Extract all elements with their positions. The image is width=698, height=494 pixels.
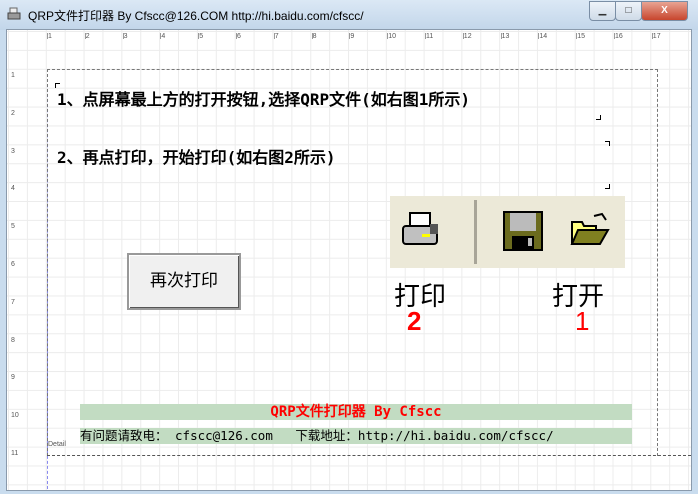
ruler-left-tick: 1 [11, 72, 15, 79]
ruler-tick-mark [311, 33, 313, 39]
ruler-top-tick: 7 [274, 33, 279, 40]
ruler-left-tick: 10 [11, 412, 19, 420]
ruler-tick-mark [651, 33, 653, 39]
footer-title: QRP文件打印器 By Cfscc [80, 404, 632, 420]
title-bar: QRP文件打印器 By Cfscc@126.COM http://hi.baid… [0, 0, 698, 30]
ruler-left-tick: 8 [11, 336, 15, 344]
ruler-tick-mark [349, 33, 351, 39]
ruler-left-tick: 7 [11, 298, 15, 306]
ruler-left-tick: 4 [11, 185, 15, 193]
open-step-number: 1 [575, 306, 590, 336]
ruler-left-tick: 3 [11, 147, 15, 155]
ruler-tick-mark [425, 33, 426, 39]
ruler-top-tick: 2 [85, 33, 90, 40]
ruler-tick-mark [236, 33, 237, 39]
ruler-tick-mark [614, 33, 615, 39]
ruler-top-tick: 11 [426, 33, 434, 40]
ruler-tick-mark [122, 33, 124, 39]
ruler-top-tick: 12 [463, 33, 472, 40]
ruler-top-tick: 5 [199, 33, 204, 40]
band-label: Detail [48, 441, 66, 448]
ruler-top-tick: 4 [161, 33, 166, 40]
ruler-top-tick: 8 [312, 33, 317, 40]
printer-icon [402, 212, 438, 245]
ruler-tick-mark [538, 33, 540, 39]
ruler-top-tick: 14 [539, 33, 548, 40]
ruler-tick-mark [500, 33, 502, 39]
ruler-tick-mark [273, 33, 275, 39]
ruler-tick-mark [198, 33, 200, 39]
ruler-top-tick: 17 [652, 33, 661, 40]
instruction-step-2: 2、再点打印，开始打印(如右图2所示) [57, 148, 336, 167]
ruler-tick-mark [160, 33, 162, 39]
instruction-step-1: 1、点屏幕最上方的打开按钮,选择QRP文件(如右图1所示) [57, 90, 471, 109]
ruler-tick-mark [576, 33, 578, 39]
ruler-top-tick: 10 [388, 33, 396, 40]
ruler-left-tick: 9 [11, 374, 15, 382]
ruler-tick-mark [387, 33, 389, 39]
report-designer-canvas: 1 2 3 4 5 6 7 8 9 10 11 12 13 14 15 16 17 1 2 3 4 5 6 7 8 9 10 11 D… [6, 29, 692, 491]
toolbar-illustration [390, 196, 625, 268]
ruler-top-tick: 9 [350, 33, 355, 40]
band-separator [47, 455, 691, 456]
ruler-tick-mark [84, 33, 86, 39]
ruler-left-tick: 11 [11, 450, 19, 457]
ruler-tick-mark [47, 33, 48, 39]
ruler-top-tick: 1 [48, 33, 52, 40]
printer-app-icon [7, 7, 21, 20]
save-disk-icon [503, 211, 543, 251]
ruler-top-tick: 6 [237, 33, 241, 40]
reprint-button[interactable]: 再次打印 [127, 253, 241, 310]
window-title: QRP文件打印器 By Cfscc@126.COM http://hi.baid… [28, 9, 364, 23]
ruler-tick-mark [462, 33, 464, 39]
ruler-top-tick: 13 [501, 33, 510, 40]
ruler-left-tick: 2 [11, 109, 15, 117]
ruler-top-tick: 16 [615, 33, 623, 40]
open-folder-icon [570, 212, 610, 245]
footer-contact: 有问题请致电： cfscc@126.com 下载地址：http://hi.bai… [80, 428, 632, 444]
maximize-button[interactable]: □ [615, 1, 642, 21]
ruler-top-tick: 3 [123, 33, 128, 40]
ruler-left-tick: 5 [11, 223, 15, 231]
print-step-number: 2 [407, 306, 422, 336]
minimize-button[interactable]: ▁ [589, 1, 616, 21]
close-button[interactable]: X [641, 1, 688, 21]
toolbar-separator [474, 200, 477, 264]
ruler-top-tick: 15 [577, 33, 585, 40]
ruler-left-tick: 6 [11, 261, 15, 268]
